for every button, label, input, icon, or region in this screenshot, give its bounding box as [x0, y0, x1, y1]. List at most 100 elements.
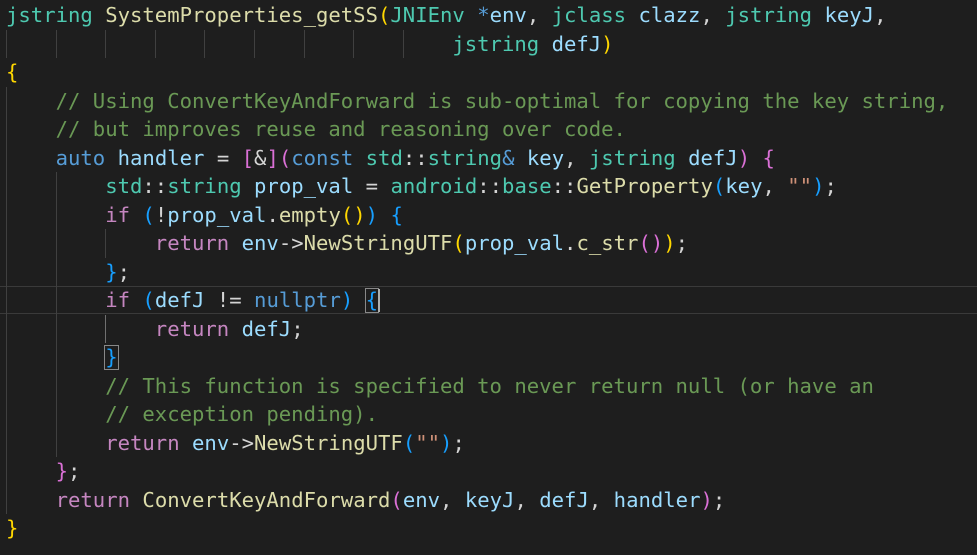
code-token: return	[154, 231, 230, 255]
code-token: return	[154, 316, 230, 341]
code-token: const	[291, 145, 354, 170]
code-editor[interactable]: jstring SystemProperties_getSS(JNIEnv *e…	[0, 0, 977, 555]
code-token: (	[142, 202, 155, 227]
code-token: nullptr	[254, 288, 341, 312]
matching-bracket-close	[104, 345, 119, 370]
code-token: )	[812, 174, 825, 198]
code-token: key	[526, 145, 565, 170]
code-token: std	[365, 145, 403, 170]
code-token: if	[105, 288, 131, 312]
code-token: )	[700, 487, 713, 512]
code-token: defJ	[551, 31, 602, 56]
code-token: (	[377, 3, 391, 27]
code-line[interactable]: // Using ConvertKeyAndForward is sub-opt…	[6, 87, 949, 116]
code-token: GetProperty	[576, 174, 713, 198]
code-token: jclass	[551, 3, 627, 27]
code-line[interactable]: {	[6, 58, 18, 87]
code-token: [	[241, 145, 255, 170]
code-token: jstring	[725, 3, 813, 27]
code-token: // but improves reuse and reasoning over…	[55, 117, 626, 141]
code-token: keyJ	[464, 487, 515, 512]
code-token: // exception pending).	[105, 402, 378, 426]
code-token: ""	[787, 174, 813, 198]
code-line[interactable]: }	[6, 343, 117, 372]
code-token: )	[440, 430, 453, 455]
code-line[interactable]: return env->NewStringUTF("");	[6, 429, 465, 458]
code-token: ;	[452, 430, 465, 455]
code-token: ,	[874, 3, 887, 27]
code-token: ,	[440, 487, 465, 512]
code-line[interactable]: jstring defJ)	[6, 30, 613, 59]
code-token: (	[712, 174, 726, 198]
code-token: ,	[564, 145, 589, 170]
code-token: key	[725, 174, 763, 198]
code-token: SystemProperties_getSS	[105, 3, 378, 27]
code-token: ::	[477, 174, 503, 198]
code-token: }	[55, 459, 69, 483]
code-line[interactable]: };	[6, 258, 130, 287]
code-line[interactable]: auto handler = [&](const std::string& ke…	[6, 144, 775, 173]
code-token: ::	[402, 145, 428, 170]
code-token: base	[502, 174, 552, 198]
code-token: ->	[278, 231, 304, 255]
text-caret	[377, 289, 380, 312]
code-token: android	[390, 174, 478, 198]
code-token: ,	[588, 487, 614, 512]
code-line[interactable]: }	[6, 514, 18, 543]
code-token: (	[390, 487, 403, 512]
code-token: jstring	[6, 3, 93, 27]
code-token: ,	[762, 174, 788, 198]
code-token: (	[278, 145, 292, 170]
code-token: string	[167, 174, 242, 198]
code-token: &	[502, 145, 515, 170]
code-token: !=	[204, 288, 255, 312]
code-line[interactable]: return ConvertKeyAndForward(env, keyJ, d…	[6, 486, 726, 515]
code-line[interactable]: // This function is specified to never r…	[6, 372, 874, 401]
code-token: {	[6, 60, 19, 84]
code-token: defJ	[154, 288, 205, 312]
matching-bracket-open	[364, 288, 379, 313]
code-line[interactable]: return defJ;	[6, 315, 304, 344]
code-line[interactable]: jstring SystemProperties_getSS(JNIEnv *e…	[6, 1, 886, 30]
code-line[interactable]: if (defJ != nullptr) {	[6, 286, 378, 315]
code-token: )	[365, 202, 379, 227]
code-token: ,	[526, 3, 552, 27]
code-token: defJ	[688, 145, 738, 170]
code-line[interactable]: return env->NewStringUTF(prop_val.c_str(…	[6, 229, 688, 258]
code-line[interactable]: std::string prop_val = android::base::Ge…	[6, 172, 837, 201]
code-line[interactable]: if (!prop_val.empty()) {	[6, 201, 403, 230]
code-line[interactable]: // exception pending).	[6, 400, 378, 429]
code-line[interactable]: };	[6, 457, 81, 486]
code-line[interactable]: // but improves reuse and reasoning over…	[6, 115, 626, 144]
code-token: ()	[638, 231, 664, 255]
code-token: ,	[700, 3, 726, 27]
code-token: auto	[55, 145, 106, 170]
code-token: jstring	[452, 31, 540, 56]
code-token: defJ	[241, 316, 292, 341]
code-token: keyJ	[824, 3, 875, 27]
code-token: !	[154, 202, 168, 227]
code-token: ->	[229, 430, 255, 455]
